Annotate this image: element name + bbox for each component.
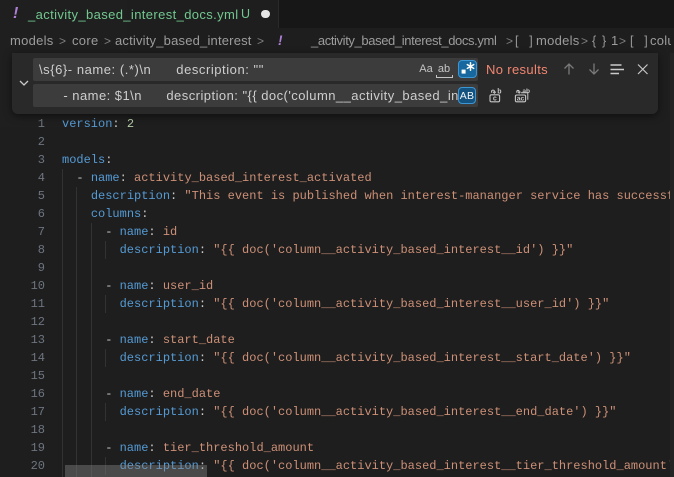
svg-text:b: b xyxy=(497,88,501,95)
svg-text:ac: ac xyxy=(517,96,525,103)
svg-text:c: c xyxy=(493,96,497,103)
svg-text:ab: ab xyxy=(522,88,530,95)
